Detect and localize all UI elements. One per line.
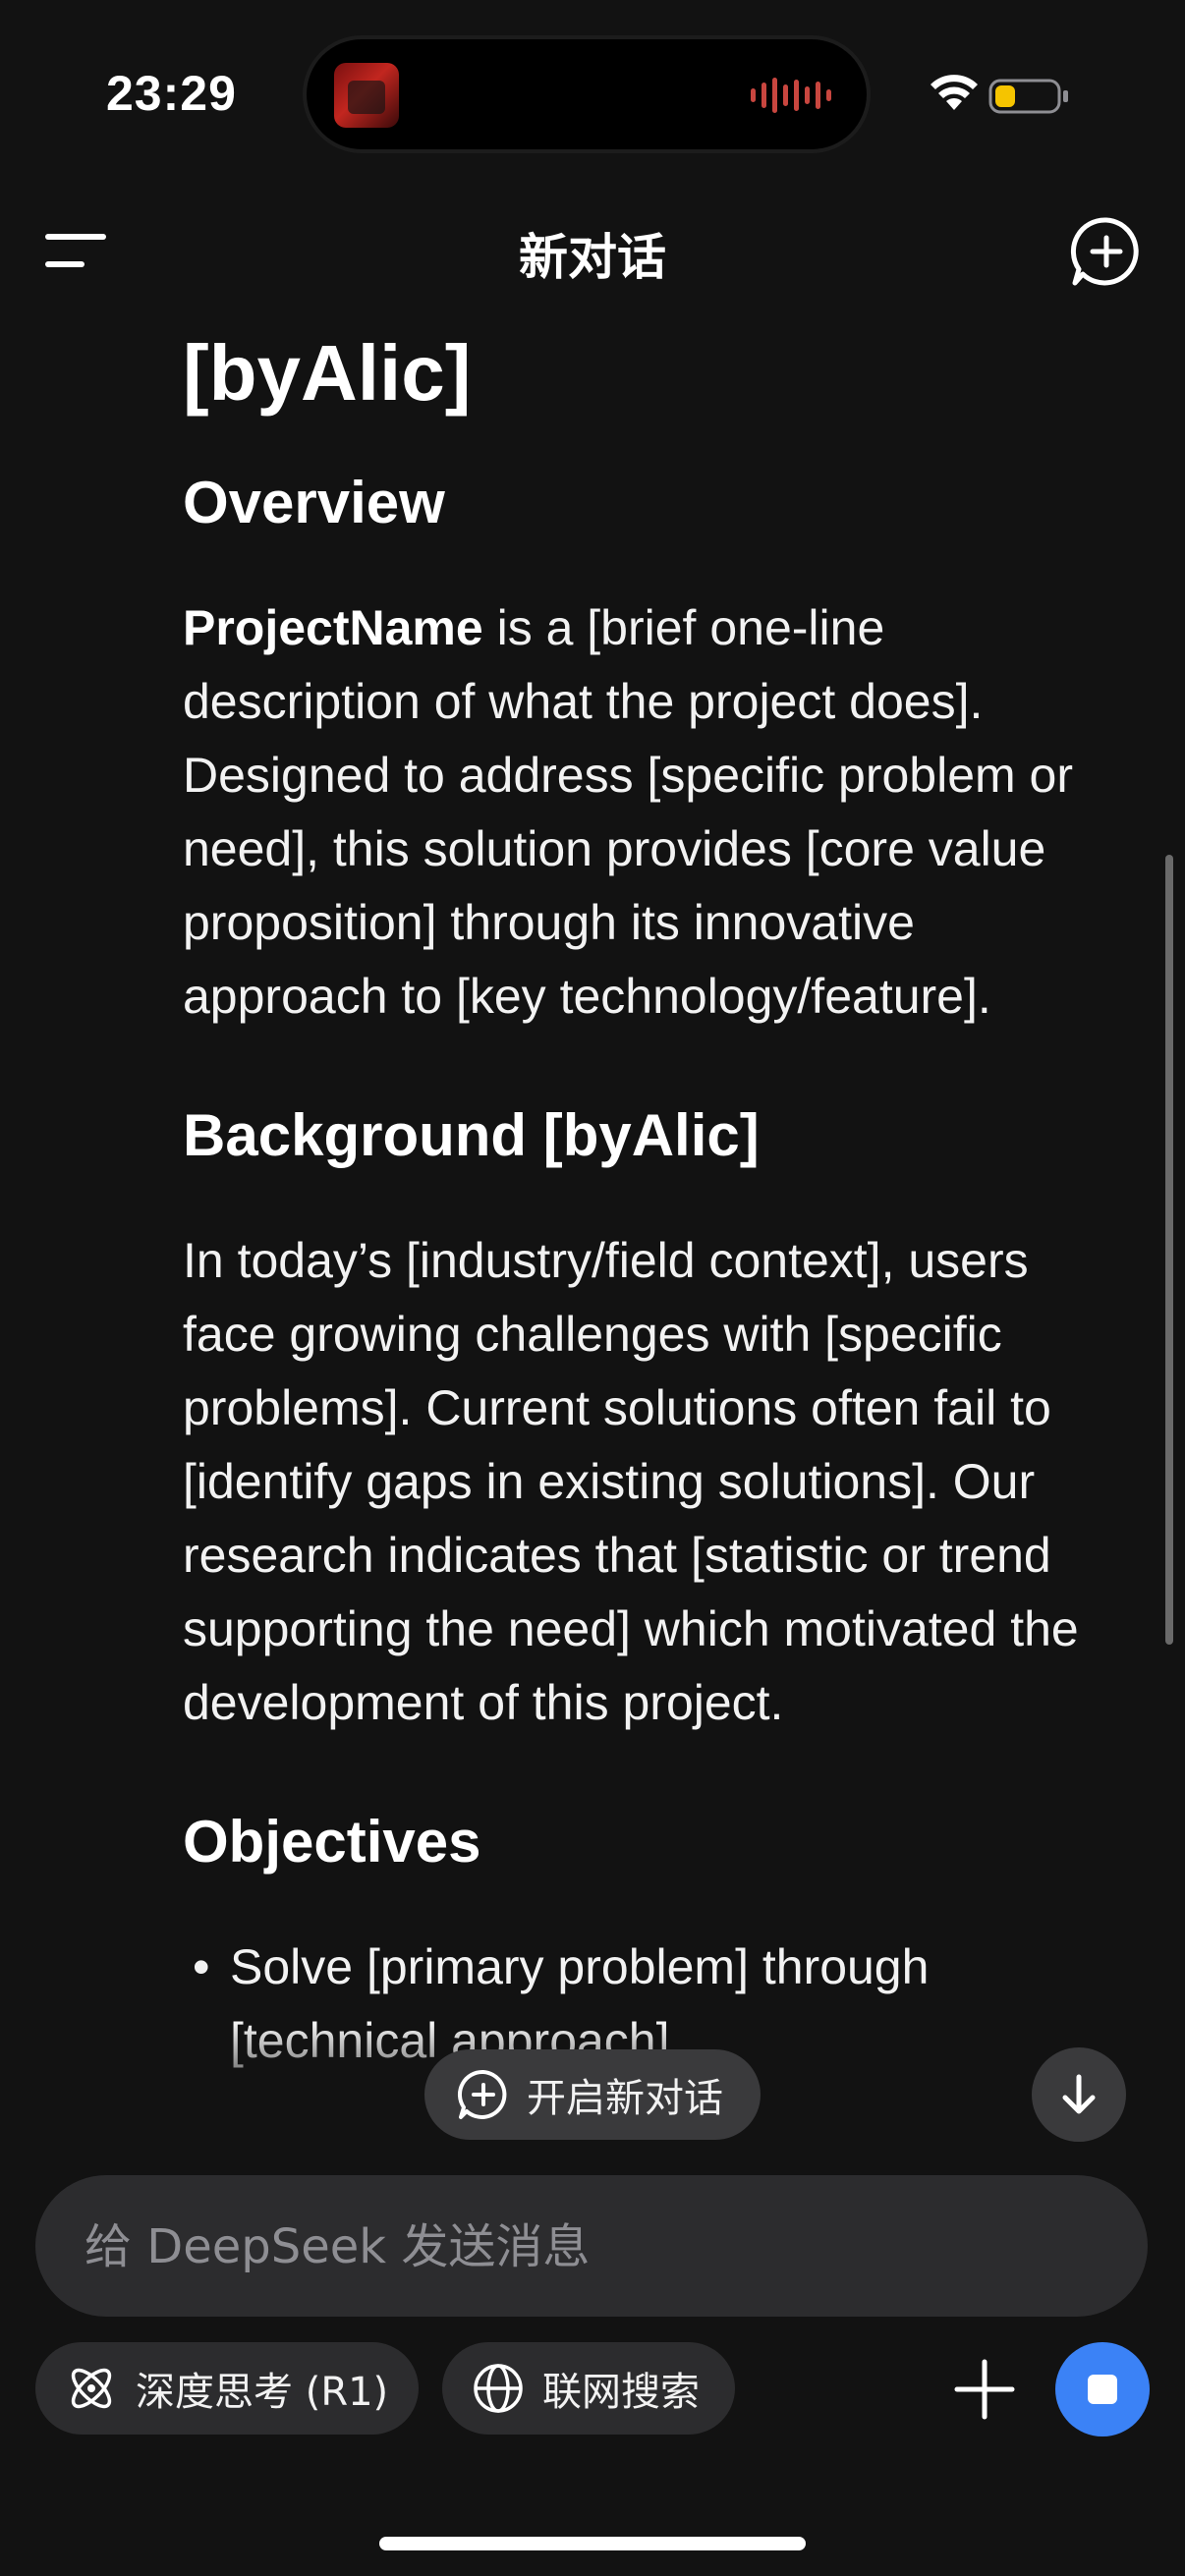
- message-input[interactable]: [83, 2175, 1108, 2319]
- page-title: 新对话: [519, 229, 666, 286]
- web-search-label: 联网搜索: [542, 2370, 700, 2415]
- scroll-to-bottom-button[interactable]: [1032, 2047, 1126, 2142]
- start-new-chat-label: 开启新对话: [527, 2076, 723, 2121]
- new-chat-icon[interactable]: [1069, 214, 1144, 289]
- new-chat-icon: [458, 2069, 507, 2119]
- home-indicator[interactable]: [379, 2537, 806, 2550]
- background-heading: Background [byAlic]: [183, 1102, 760, 1168]
- audio-waveform-icon: [751, 77, 831, 114]
- background-paragraph: In today’s [industry/field context], use…: [183, 1233, 1079, 1730]
- overview-paragraph: ProjectName is a [brief one-line descrip…: [183, 591, 1126, 1034]
- atom-icon: [71, 2368, 112, 2409]
- project-name: ProjectName: [183, 600, 483, 655]
- start-new-chat-button[interactable]: 开启新对话: [424, 2049, 761, 2140]
- overview-text: is a [brief one-line description of what…: [183, 600, 1074, 1024]
- scrollbar[interactable]: [1165, 855, 1173, 1645]
- stop-generating-button[interactable]: [1055, 2342, 1150, 2436]
- battery-icon: [988, 79, 1068, 114]
- globe-icon: [474, 2364, 523, 2413]
- status-time: 23:29: [106, 66, 237, 121]
- plus-icon[interactable]: [949, 2354, 1020, 2425]
- web-search-toggle[interactable]: 联网搜索: [442, 2342, 735, 2435]
- deep-think-label: 深度思考 (R1): [136, 2370, 389, 2415]
- message-input-container[interactable]: [35, 2175, 1148, 2319]
- wifi-icon: [931, 75, 978, 110]
- deep-think-toggle[interactable]: 深度思考 (R1): [35, 2342, 419, 2435]
- arrow-down-icon: [1062, 2074, 1096, 2114]
- message-content[interactable]: [byAlic] Overview ProjectName is a [brie…: [183, 324, 1126, 2132]
- stop-icon: [1088, 2375, 1117, 2404]
- content-title: [byAlic]: [183, 329, 472, 417]
- objectives-heading: Objectives: [183, 1809, 481, 1875]
- now-playing-artwork: [334, 63, 399, 128]
- overview-heading: Overview: [183, 470, 445, 535]
- dynamic-island[interactable]: [307, 39, 867, 149]
